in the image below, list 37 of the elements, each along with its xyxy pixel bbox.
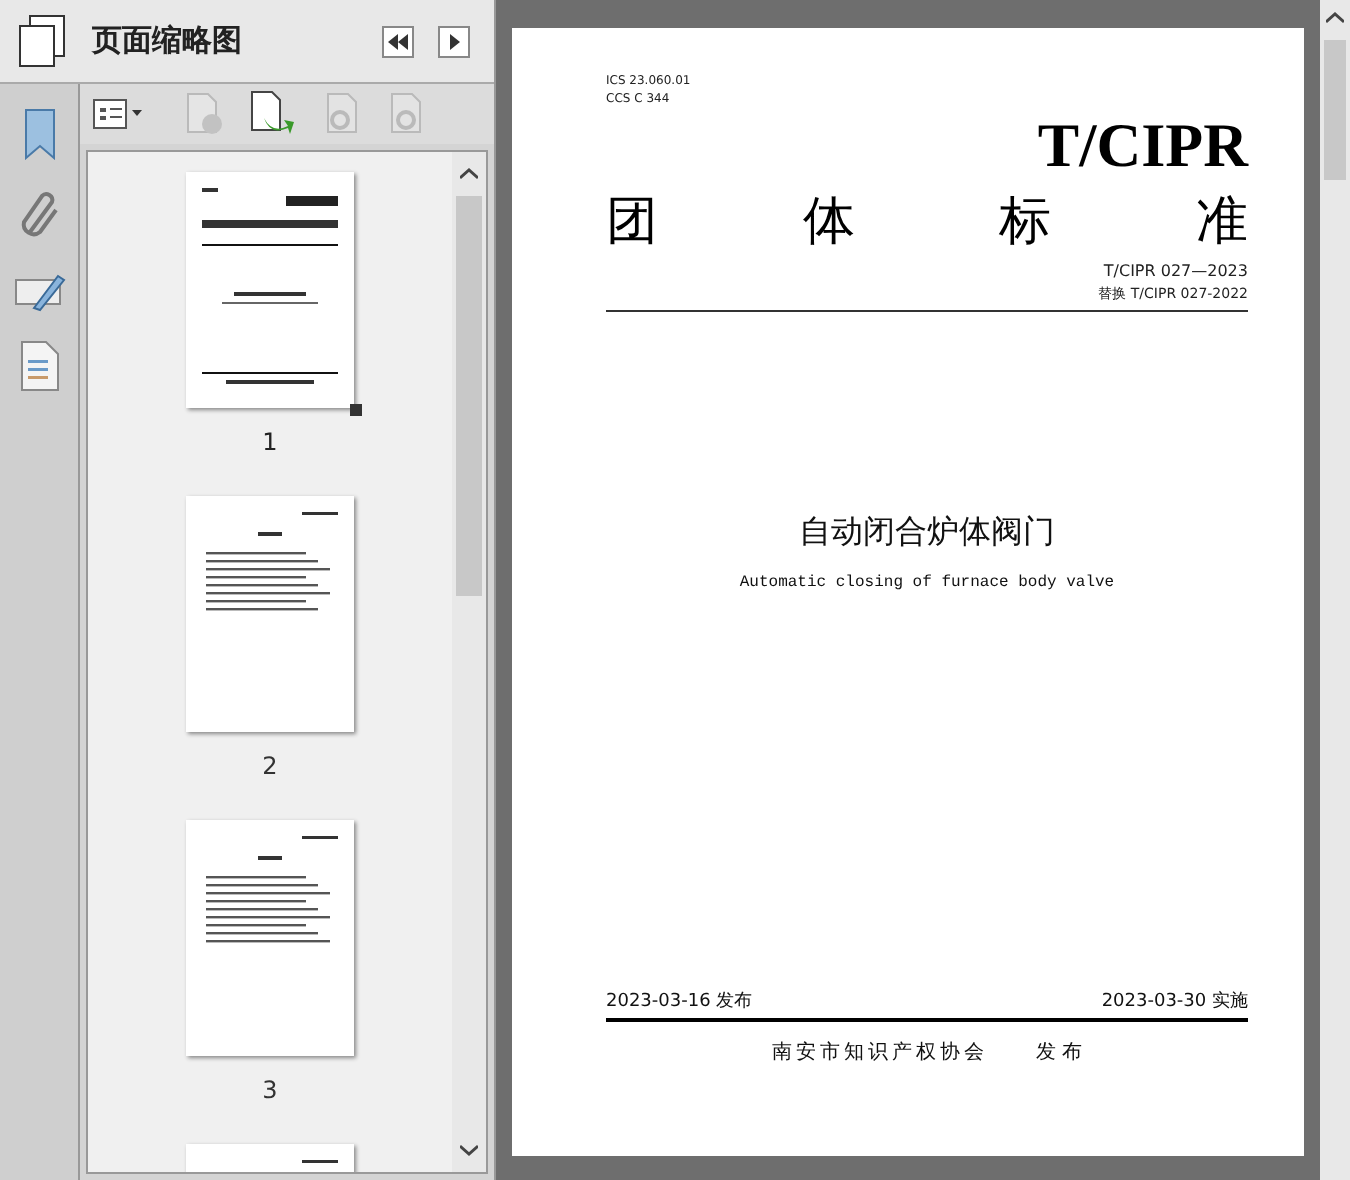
viewer-scrollbar[interactable] (1320, 0, 1350, 1180)
right-arrow-icon (449, 33, 459, 49)
scrollbar[interactable] (452, 152, 486, 1172)
page-thumbnail-drawing[interactable] (186, 820, 354, 1056)
bookmark-icon[interactable] (21, 108, 57, 160)
panel-title: 页面缩略图 (92, 20, 244, 63)
heading-character: 准 (1195, 192, 1248, 252)
scroll-up-icon[interactable] (1326, 12, 1344, 24)
english-title: Automatic closing of furnace body valve (739, 571, 1115, 595)
page-thumbnail-drawing[interactable] (186, 496, 354, 732)
collapse-button[interactable] (382, 25, 414, 57)
page-number: 2 (262, 750, 278, 784)
paperclip-icon[interactable] (17, 188, 61, 240)
org-code: T/CIPR (1037, 116, 1248, 176)
publisher-name: 南安市知识产权协会 (771, 1039, 988, 1068)
double-left-arrow-icon (388, 33, 408, 49)
document-title: 自动闭合炉体阀门 (799, 509, 1055, 553)
selection-handle-icon[interactable] (350, 404, 362, 416)
scroll-down-icon[interactable] (460, 1144, 478, 1156)
publisher-action: 发 布 (1035, 1040, 1083, 1068)
heading-character: 团 (606, 192, 658, 252)
scrollbar-thumb[interactable] (1324, 40, 1346, 180)
page-number: 3 (262, 1074, 278, 1108)
heading-character: 体 (802, 192, 855, 252)
next-panel-button[interactable] (438, 25, 470, 57)
publish-date: 2023-03-16 发布 (606, 989, 753, 1015)
options-menu-icon[interactable] (92, 98, 144, 130)
pages-icon[interactable] (16, 13, 68, 69)
page-thumbnail-drawing[interactable] (186, 172, 354, 408)
scrollbar-thumb[interactable] (456, 196, 482, 596)
standard-number: T/CIPR 027—2023 (1103, 260, 1248, 284)
scroll-up-icon[interactable] (460, 168, 478, 180)
document-icon[interactable] (19, 340, 59, 392)
heading-character: 标 (999, 192, 1052, 252)
insert-page-icon[interactable] (248, 90, 296, 138)
page-number: 1 (262, 426, 278, 460)
effective-date: 2023-03-30 实施 (1101, 989, 1248, 1015)
